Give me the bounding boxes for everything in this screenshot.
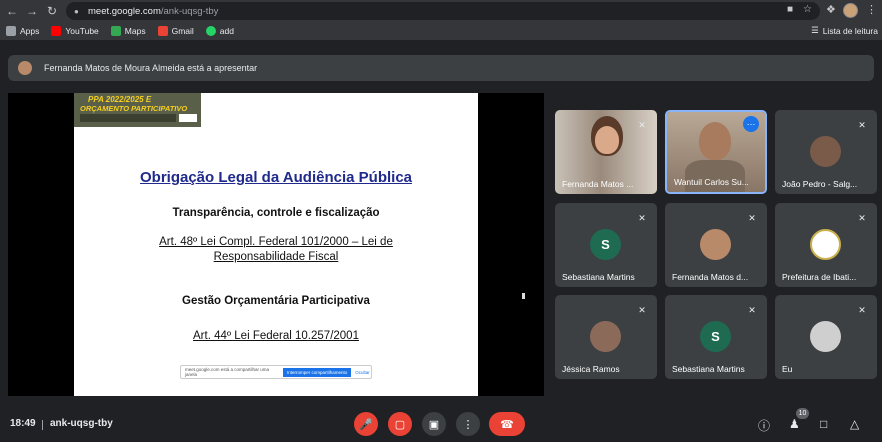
slide-line-transparency: Transparência, controle e fiscalização: [172, 207, 380, 219]
mic-off-icon: ✕: [748, 213, 756, 223]
participant-tile[interactable]: ✕ Fernanda Matos ...: [555, 110, 657, 194]
leave-call-button[interactable]: ☎: [489, 412, 525, 436]
arrow-left-icon[interactable]: ←: [4, 3, 20, 19]
participant-avatar: [700, 229, 731, 260]
divider: [42, 420, 43, 430]
logo-strip: [80, 114, 176, 122]
bookmark-add[interactable]: add: [205, 26, 234, 36]
mic-off-icon: ✕: [638, 213, 646, 223]
reading-list[interactable]: ☰ Lista de leitura: [811, 25, 878, 36]
browser-menu-icon[interactable]: ⋮: [866, 3, 877, 16]
participant-tile[interactable]: ✕ Fernanda Matos d...: [665, 203, 767, 287]
bookmark-youtube[interactable]: YouTube: [51, 26, 99, 36]
url-text: meet.google.com/ank-uqsg-tby: [88, 5, 219, 17]
more-options-icon[interactable]: …: [743, 116, 759, 132]
gmail-icon: [157, 26, 168, 36]
participant-tile[interactable]: ✕ Prefeitura de Ibati...: [775, 203, 877, 287]
camera-toggle-button[interactable]: ▢: [388, 412, 412, 436]
address-bar[interactable]: ● meet.google.com/ank-uqsg-tby ■ ☆: [66, 2, 820, 20]
bookmark-apps[interactable]: Apps: [6, 26, 39, 36]
presenting-banner: Fernanda Matos de Moura Almeida está a a…: [8, 55, 874, 81]
mic-toggle-button[interactable]: 🎤: [354, 412, 378, 436]
mic-off-icon: ✕: [638, 120, 646, 130]
whatsapp-icon: [205, 26, 216, 36]
slide-line-art48-a: Art. 48º Lei Compl. Federal 101/2000 – L…: [159, 236, 393, 248]
people-count-badge: 10: [796, 408, 809, 419]
participant-tile-self[interactable]: ✕ Eu: [775, 295, 877, 379]
mic-off-icon: 🎤: [359, 418, 373, 431]
mouse-cursor: [522, 293, 525, 299]
meeting-controls-bar: 18:49 ank-uqsg-tby 🎤 ▢ ▣ ⋮ ☎ ⓘ ♟ 10 □ △: [0, 404, 882, 442]
bookmarks-bar: Apps YouTube Maps Gmail add: [0, 22, 882, 41]
presenter-avatar: [18, 61, 32, 75]
maps-icon: [110, 26, 121, 36]
youtube-icon: [51, 26, 62, 36]
present-button[interactable]: ▣: [422, 412, 446, 436]
participant-tile[interactable]: S ✕ Sebastiana Martins: [555, 203, 657, 287]
meeting-info-icon[interactable]: ⓘ: [758, 417, 770, 434]
sharing-notice-bar: meet.google.com está a compartilhar uma …: [180, 365, 372, 379]
presentation-stage[interactable]: PPA 2022/2025 E ORÇAMENTO PARTICIPATIVO …: [8, 93, 544, 396]
participant-letter-avatar: S: [700, 321, 731, 352]
camera-blocked-icon[interactable]: ■: [787, 4, 793, 15]
participant-tile[interactable]: ✕ João Pedro - Salg...: [775, 110, 877, 194]
slide-line-gestao: Gestão Orçamentária Participativa: [182, 295, 370, 307]
chat-icon[interactable]: □: [820, 417, 827, 431]
reading-list-icon: ☰: [811, 25, 819, 35]
participant-letter-avatar: S: [590, 229, 621, 260]
meeting-code: ank-uqsg-tby: [50, 418, 113, 429]
participant-face: [595, 126, 619, 154]
bookmark-gmail[interactable]: Gmail: [157, 26, 194, 36]
present-screen-icon: ▣: [428, 418, 440, 431]
slide-line-art44: Art. 44º Lei Federal 10.257/2001: [193, 330, 359, 342]
arrow-right-icon[interactable]: →: [24, 3, 40, 19]
apps-grid-icon: [6, 26, 16, 36]
participant-tile-active[interactable]: … Wantuil Carlos Su...: [665, 110, 767, 194]
more-options-button[interactable]: ⋮: [456, 412, 480, 436]
bookmark-maps[interactable]: Maps: [110, 26, 146, 36]
participant-tile[interactable]: ✕ Jéssica Ramos: [555, 295, 657, 379]
participant-tile[interactable]: S ✕ Sebastiana Martins: [665, 295, 767, 379]
bookmark-star-icon[interactable]: ☆: [803, 4, 812, 15]
camera-off-icon: ▢: [394, 418, 406, 431]
profile-avatar[interactable]: [843, 3, 858, 18]
slide-logo: PPA 2022/2025 E ORÇAMENTO PARTICIPATIVO: [74, 93, 201, 127]
participant-avatar: [590, 321, 621, 352]
lock-icon: ●: [74, 7, 79, 16]
stop-sharing-button[interactable]: Interromper compartilhamento: [283, 367, 352, 377]
reload-icon[interactable]: ↻: [44, 3, 60, 19]
clock: 18:49: [10, 418, 36, 429]
participant-avatar: [810, 136, 841, 167]
activities-icon[interactable]: △: [850, 417, 859, 431]
shared-slide: PPA 2022/2025 E ORÇAMENTO PARTICIPATIVO …: [74, 93, 478, 396]
participant-avatar: [810, 321, 841, 352]
mic-off-icon: ✕: [858, 120, 866, 130]
logo-badge: [179, 114, 197, 122]
people-icon[interactable]: ♟: [789, 417, 800, 431]
more-vert-icon: ⋮: [462, 418, 474, 431]
mic-off-icon: ✕: [858, 305, 866, 315]
participant-avatar: [810, 229, 841, 260]
slide-line-art48-b: Responsabilidade Fiscal: [213, 251, 339, 263]
mic-off-icon: ✕: [638, 305, 646, 315]
slide-title: Obrigação Legal da Audiência Pública: [139, 169, 412, 186]
hide-button[interactable]: Ocultar: [355, 370, 370, 375]
participant-face: [699, 122, 731, 160]
mic-off-icon: ✕: [748, 305, 756, 315]
mic-off-icon: ✕: [858, 213, 866, 223]
hang-up-icon: ☎: [500, 418, 514, 431]
extensions-icon[interactable]: ❖: [826, 3, 836, 16]
